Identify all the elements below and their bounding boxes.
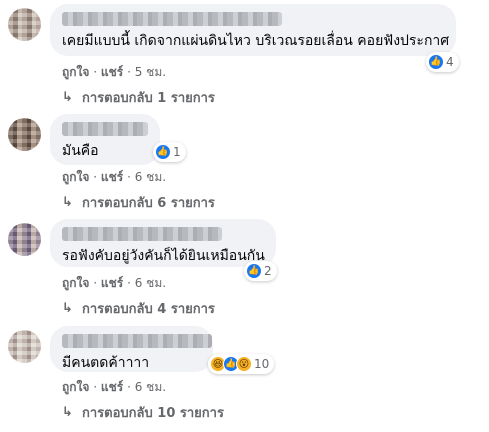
share-button[interactable]: แชร์: [101, 65, 123, 79]
comment-bubble: มีคนตดค้าาาา: [50, 326, 213, 372]
avatar[interactable]: [8, 118, 41, 151]
avatar[interactable]: [8, 330, 41, 363]
separator: ·: [127, 380, 131, 394]
view-replies-link[interactable]: ↳ การตอบกลับ 1 รายการ: [62, 87, 215, 108]
reaction-summary[interactable]: 👍 4: [426, 52, 459, 72]
replies-label: การตอบกลับ 10 รายการ: [82, 406, 224, 421]
comment-thread: มีคนตดค้าาาา 😆 👍 😮 10 ถูกใจ · แชร์ · 6 ช…: [0, 326, 489, 432]
share-button[interactable]: แชร์: [101, 380, 123, 394]
timestamp[interactable]: 6 ชม.: [135, 276, 166, 290]
reply-arrow-icon: ↳: [62, 195, 73, 210]
reaction-summary[interactable]: 👍 2: [244, 261, 277, 281]
view-replies-link[interactable]: ↳ การตอบกลับ 6 รายการ: [62, 192, 215, 213]
comment-text: มีคนตดค้าาาา: [62, 355, 150, 371]
comment-thread: รอฟังคับอยู่วังคันก็ได้ยินเหมือนกัน 👍 2 …: [0, 219, 489, 325]
like-button[interactable]: ถูกใจ: [62, 65, 89, 79]
view-replies-link[interactable]: ↳ การตอบกลับ 4 รายการ: [62, 298, 215, 319]
view-replies-link[interactable]: ↳ การตอบกลับ 10 รายการ: [62, 402, 224, 423]
reaction-count: 4: [446, 55, 454, 69]
comment-bubble: รอฟังคับอยู่วังคันก็ได้ยินเหมือนกัน: [50, 219, 276, 267]
separator: ·: [93, 170, 98, 184]
comment-text: เคยมีแบบนี้ เกิดจากแผ่นดินไหว บริเวณรอยเ…: [62, 33, 450, 49]
replies-label: การตอบกลับ 1 รายการ: [82, 91, 215, 106]
avatar[interactable]: [8, 223, 41, 256]
comment-actions: ถูกใจ · แชร์ · 6 ชม.: [62, 274, 166, 293]
comment-actions: ถูกใจ · แชร์ · 5 ชม.: [62, 63, 166, 82]
reply-arrow-icon: ↳: [62, 90, 73, 105]
separator: ·: [93, 65, 98, 79]
like-icon: 👍: [155, 144, 171, 160]
wow-icon: 😮: [236, 356, 252, 372]
replies-label: การตอบกลับ 6 รายการ: [82, 196, 215, 211]
separator: ·: [127, 65, 131, 79]
reaction-summary[interactable]: 👍 1: [153, 142, 186, 162]
comment-bubble: เคยมีแบบนี้ เกิดจากแผ่นดินไหว บริเวณรอยเ…: [50, 4, 456, 56]
timestamp[interactable]: 6 ชม.: [135, 170, 166, 184]
replies-label: การตอบกลับ 4 รายการ: [82, 302, 215, 317]
comment-actions: ถูกใจ · แชร์ · 6 ชม.: [62, 378, 166, 397]
reply-arrow-icon: ↳: [62, 405, 73, 420]
reaction-count: 1: [173, 145, 181, 159]
author-name-blurred[interactable]: [62, 122, 148, 136]
timestamp[interactable]: 6 ชม.: [135, 380, 166, 394]
comment-text: มันคือ: [62, 143, 99, 159]
separator: ·: [93, 276, 98, 290]
comment-actions: ถูกใจ · แชร์ · 6 ชม.: [62, 168, 166, 187]
like-button[interactable]: ถูกใจ: [62, 276, 89, 290]
comment-bubble: มันคือ: [50, 114, 160, 165]
like-button[interactable]: ถูกใจ: [62, 170, 89, 184]
share-button[interactable]: แชร์: [101, 276, 123, 290]
reaction-summary[interactable]: 😆 👍 😮 10: [208, 354, 275, 374]
reply-arrow-icon: ↳: [62, 301, 73, 316]
like-icon: 👍: [428, 54, 444, 70]
comment-thread: มันคือ 👍 1 ถูกใจ · แชร์ · 6 ชม. ↳ การตอบ…: [0, 114, 489, 220]
separator: ·: [127, 276, 131, 290]
like-icon: 👍: [246, 263, 262, 279]
separator: ·: [127, 170, 131, 184]
author-name-blurred[interactable]: [62, 12, 282, 26]
separator: ·: [93, 380, 98, 394]
comment-text: รอฟังคับอยู่วังคันก็ได้ยินเหมือนกัน: [62, 248, 265, 264]
reaction-count: 10: [254, 357, 270, 371]
timestamp[interactable]: 5 ชม.: [135, 65, 166, 79]
comment-thread: เคยมีแบบนี้ เกิดจากแผ่นดินไหว บริเวณรอยเ…: [0, 4, 489, 110]
author-name-blurred[interactable]: [62, 334, 212, 348]
like-button[interactable]: ถูกใจ: [62, 380, 89, 394]
avatar[interactable]: [8, 8, 41, 41]
share-button[interactable]: แชร์: [101, 170, 123, 184]
reaction-count: 2: [264, 264, 272, 278]
author-name-blurred[interactable]: [62, 227, 222, 241]
